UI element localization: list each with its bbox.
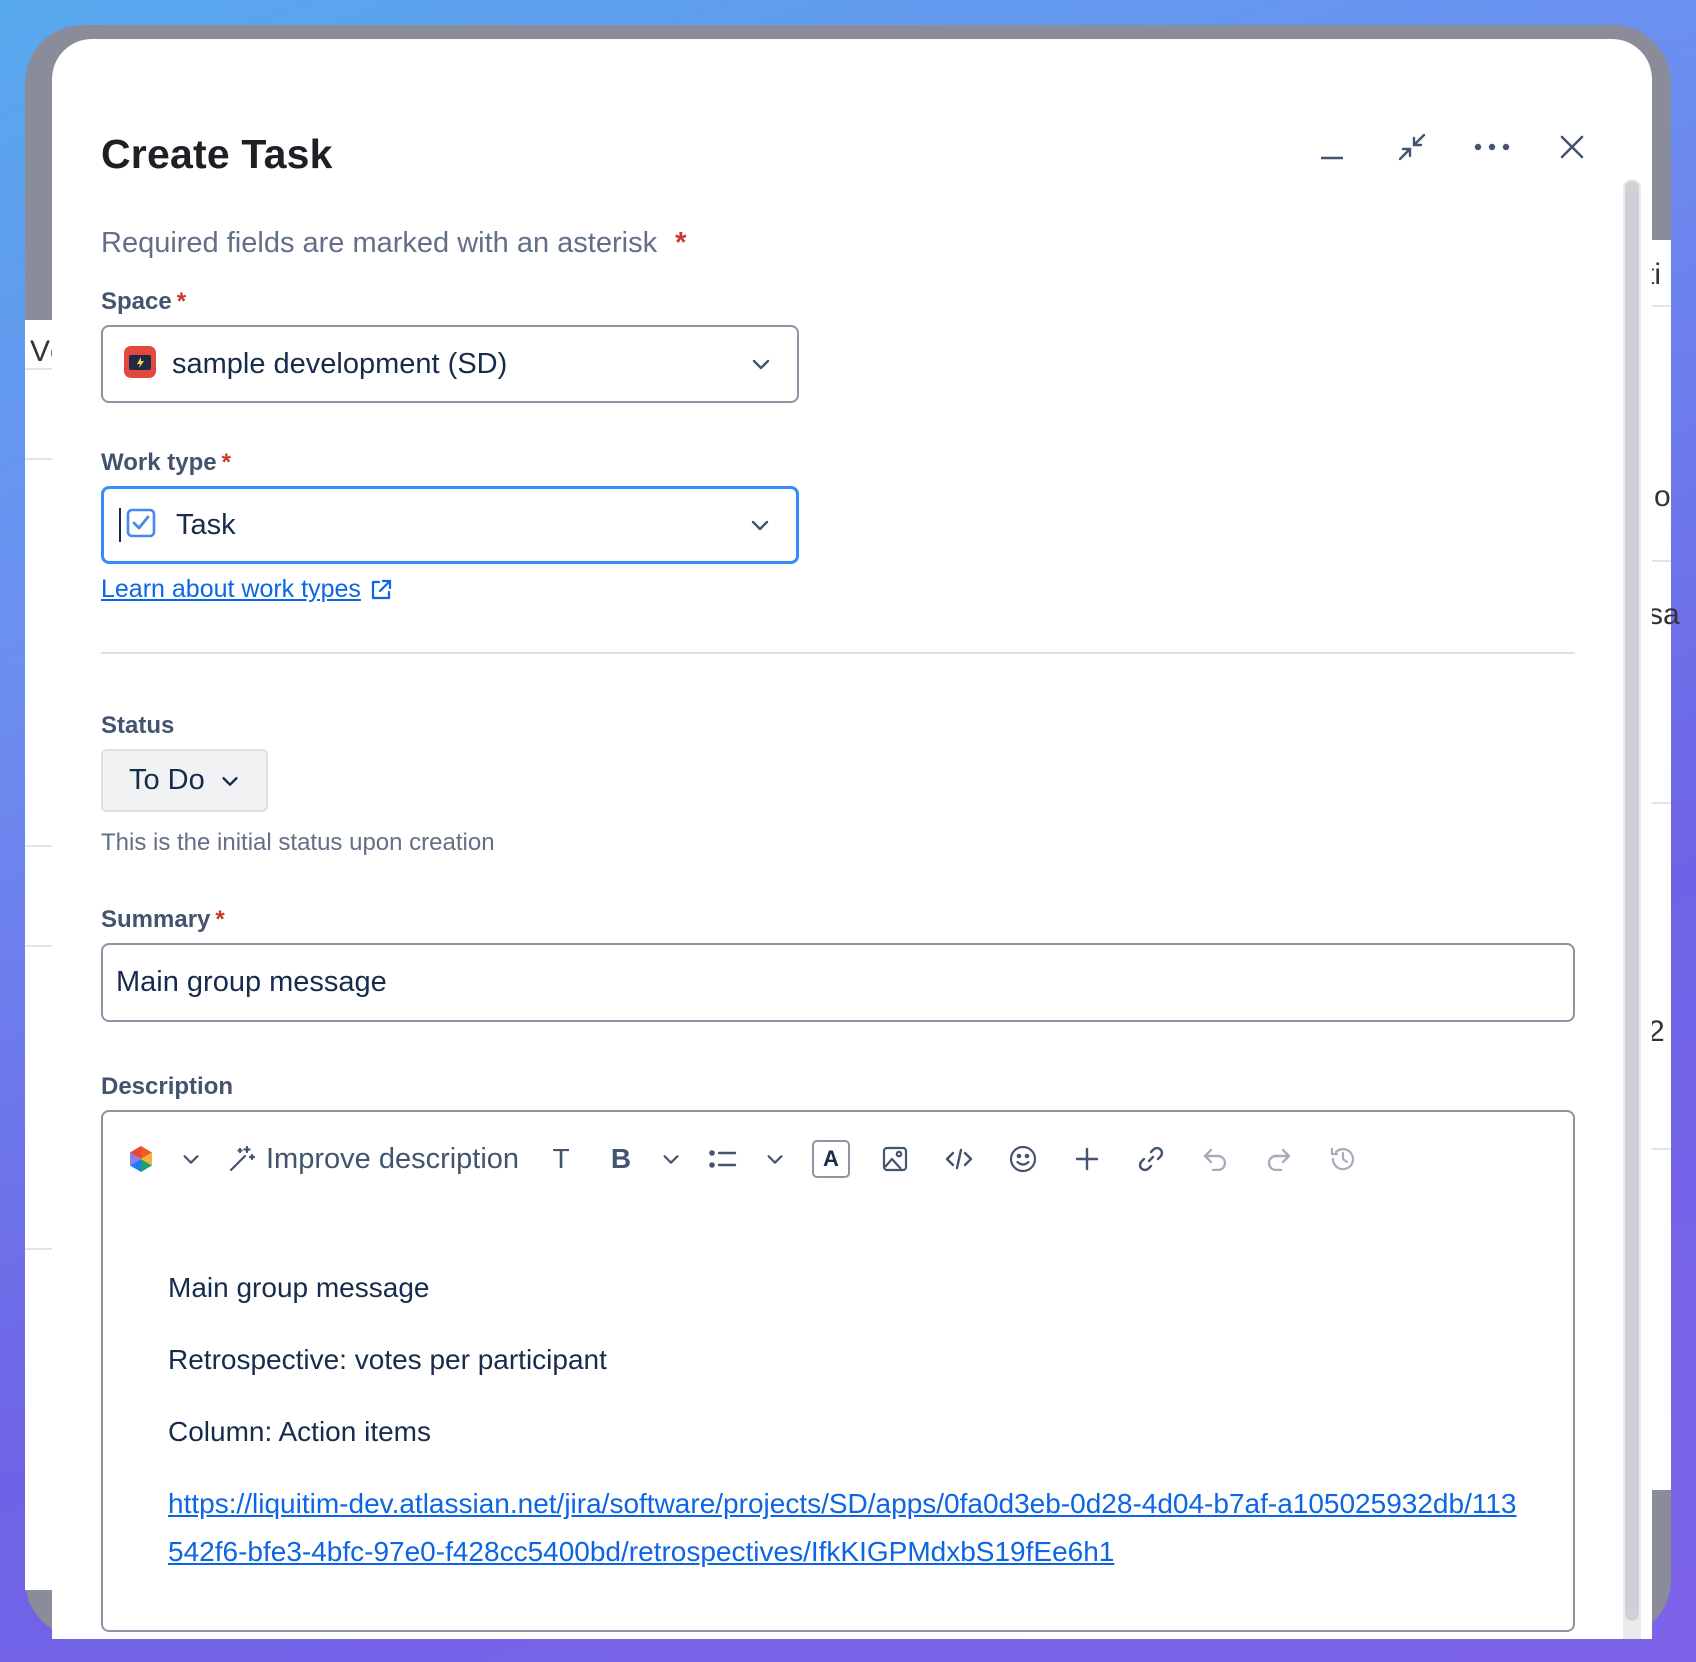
status-helper-text: This is the initial status upon creation bbox=[101, 829, 495, 856]
magic-wand-icon bbox=[229, 1145, 256, 1172]
summary-input[interactable]: Main group message bbox=[101, 943, 1575, 1022]
more-actions-button[interactable] bbox=[1464, 119, 1520, 175]
undo-icon bbox=[1203, 1148, 1227, 1171]
text-style-icon: T bbox=[552, 1143, 570, 1174]
improve-description-button[interactable]: Improve description bbox=[228, 1134, 519, 1184]
code-icon bbox=[945, 1148, 973, 1170]
close-icon bbox=[1560, 135, 1584, 159]
work-type-label-text: Work type bbox=[101, 449, 217, 476]
undo-button[interactable] bbox=[1193, 1134, 1237, 1184]
link-button[interactable] bbox=[1129, 1134, 1173, 1184]
code-button[interactable] bbox=[937, 1134, 981, 1184]
summary-value: Main group message bbox=[116, 966, 387, 998]
image-icon bbox=[882, 1146, 908, 1172]
status-label: Status bbox=[101, 712, 175, 739]
chevron-down-icon bbox=[183, 1155, 199, 1164]
emoji-button[interactable] bbox=[1001, 1134, 1045, 1184]
text-color-button[interactable]: A bbox=[809, 1134, 853, 1184]
description-editor[interactable]: Improve description T B A Main group mes… bbox=[101, 1110, 1575, 1632]
bg-divider bbox=[25, 458, 55, 460]
bullet-list-icon bbox=[709, 1150, 737, 1168]
dialog-title: Create Task bbox=[101, 131, 333, 177]
bullet-list-button[interactable] bbox=[701, 1134, 745, 1184]
list-options-dropdown[interactable] bbox=[755, 1134, 795, 1184]
chevron-down-icon bbox=[767, 1155, 783, 1164]
text-cursor bbox=[119, 508, 121, 542]
work-type-label: Work type * bbox=[101, 449, 231, 477]
collapse-icon bbox=[1398, 133, 1426, 161]
chevron-down-icon bbox=[663, 1155, 679, 1164]
description-paragraph: Main group message bbox=[168, 1272, 430, 1303]
summary-label-text: Summary bbox=[101, 906, 211, 933]
required-asterisk: * bbox=[176, 288, 187, 315]
background-text: sa bbox=[1648, 598, 1680, 631]
chevron-down-icon bbox=[751, 520, 769, 531]
ai-icon bbox=[130, 1146, 152, 1172]
chevron-down-icon bbox=[222, 776, 238, 786]
more-formatting-dropdown[interactable] bbox=[651, 1134, 691, 1184]
text-style-button[interactable]: T bbox=[539, 1134, 583, 1184]
required-asterisk: * bbox=[221, 449, 231, 476]
minimize-button[interactable] bbox=[1304, 119, 1360, 175]
external-link-icon bbox=[371, 579, 391, 599]
description-paragraph: Retrospective: votes per participant bbox=[168, 1344, 607, 1375]
ai-button[interactable] bbox=[121, 1134, 161, 1184]
section-divider bbox=[101, 652, 1575, 654]
work-type-select[interactable]: Task bbox=[101, 486, 799, 564]
text-color-icon: A bbox=[812, 1140, 850, 1178]
space-select[interactable]: sample development (SD) bbox=[101, 325, 799, 403]
description-label: Description bbox=[101, 1073, 234, 1100]
learn-work-types-link[interactable]: Learn about work types bbox=[101, 575, 393, 604]
chevron-down-icon bbox=[752, 359, 770, 370]
more-icon bbox=[1474, 143, 1510, 151]
bg-divider bbox=[25, 945, 55, 947]
task-checkbox-icon bbox=[126, 508, 156, 543]
required-asterisk: * bbox=[215, 906, 225, 933]
bold-icon: B bbox=[610, 1143, 632, 1174]
required-note-text: Required fields are marked with an aster… bbox=[101, 227, 658, 259]
status-dropdown[interactable]: To Do bbox=[101, 749, 268, 812]
status-value: To Do bbox=[129, 764, 205, 796]
improve-description-label: Improve description bbox=[266, 1142, 520, 1175]
scrollbar-thumb[interactable] bbox=[1625, 181, 1639, 1621]
history-button[interactable] bbox=[1321, 1134, 1365, 1184]
close-button[interactable] bbox=[1544, 119, 1600, 175]
required-fields-note: Required fields are marked with an aster… bbox=[101, 227, 686, 260]
emoji-icon bbox=[1009, 1145, 1037, 1173]
bg-divider bbox=[25, 845, 55, 847]
collapse-button[interactable] bbox=[1384, 119, 1440, 175]
project-icon bbox=[123, 345, 157, 384]
bold-button[interactable]: B bbox=[599, 1134, 643, 1184]
history-icon bbox=[1330, 1147, 1355, 1171]
background-text: o bbox=[1654, 480, 1671, 513]
space-label-text: Space bbox=[101, 288, 172, 315]
plus-icon bbox=[1075, 1147, 1099, 1171]
insert-image-button[interactable] bbox=[873, 1134, 917, 1184]
link-icon bbox=[1138, 1146, 1164, 1172]
ai-options-dropdown[interactable] bbox=[171, 1134, 211, 1184]
redo-button[interactable] bbox=[1257, 1134, 1301, 1184]
insert-button[interactable] bbox=[1065, 1134, 1109, 1184]
bg-divider bbox=[25, 1248, 55, 1250]
space-label: Space * bbox=[101, 288, 186, 316]
dialog-scrollbar[interactable] bbox=[1623, 179, 1641, 1639]
work-type-value: Task bbox=[176, 508, 236, 541]
space-value: sample development (SD) bbox=[172, 347, 508, 380]
required-asterisk: * bbox=[675, 227, 687, 259]
create-task-dialog: Create Task Required fields are marked w… bbox=[52, 39, 1652, 1639]
description-link[interactable]: https://liquitim-dev.atlassian.net/jira/… bbox=[168, 1480, 1528, 1576]
summary-label: Summary * bbox=[101, 906, 225, 934]
background-app-left bbox=[25, 320, 55, 1590]
learn-link-text: Learn about work types bbox=[101, 575, 361, 603]
redo-icon bbox=[1267, 1148, 1291, 1171]
minimize-icon bbox=[1321, 156, 1343, 160]
description-paragraph: Column: Action items bbox=[168, 1416, 431, 1447]
